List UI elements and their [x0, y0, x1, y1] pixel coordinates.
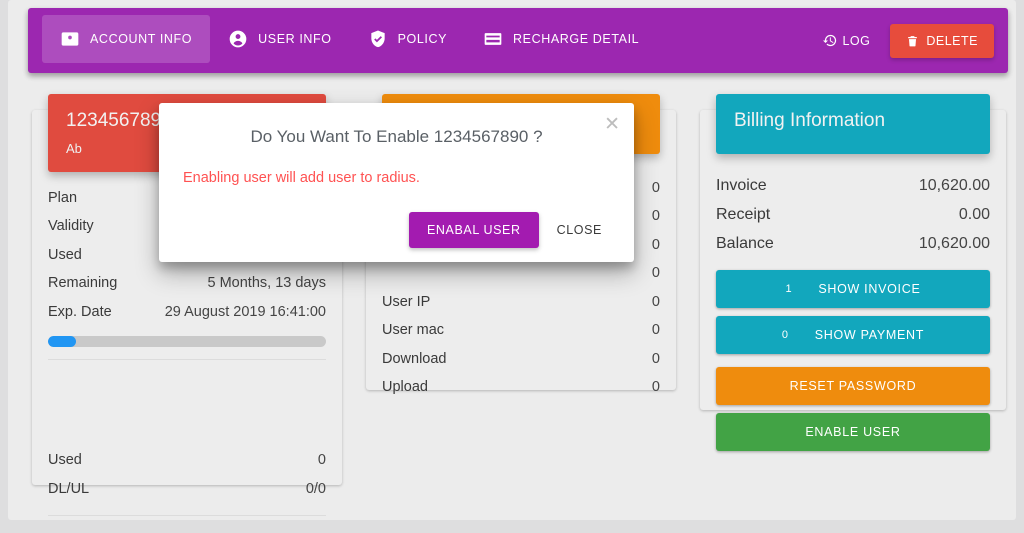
row-value: 29 August 2019 16:41:00	[164, 303, 326, 320]
shield-check-icon	[368, 29, 388, 49]
row-label: User IP	[382, 293, 431, 310]
show-payment-button[interactable]: 0 SHOW PAYMENT	[716, 316, 990, 355]
log-label: LOG	[842, 33, 871, 48]
usage-row: DL/UL 0/0	[48, 475, 326, 503]
row-label: Remaining	[48, 275, 118, 292]
confirm-enable-user-button[interactable]: ENABAL USER	[408, 212, 539, 248]
row-label: Receipt	[716, 205, 771, 223]
dialog-close-button[interactable]: CLOSE	[539, 212, 620, 248]
detail-row: 0	[382, 259, 660, 287]
row-value: 0	[317, 452, 326, 469]
detail-row-upload: Upload 0	[382, 373, 660, 401]
enable-user-button[interactable]: ENABLE USER	[716, 413, 990, 452]
row-value: 0/0	[305, 480, 326, 497]
user-circle-icon	[228, 29, 248, 49]
button-label: SHOW INVOICE	[818, 282, 921, 297]
account-usage-rows: Used 0 DL/UL 0/0	[32, 372, 342, 503]
invoice-count: 1	[785, 283, 793, 296]
billing-row-invoice: Invoice 10,620.00	[716, 172, 990, 201]
usage-progress-fill	[48, 336, 76, 348]
top-bar-actions: LOG DELETE	[811, 8, 994, 73]
row-label: Download	[382, 350, 447, 367]
detail-row: Exp. Date 29 August 2019 16:41:00	[48, 298, 326, 326]
usage-row: Used 0	[48, 446, 326, 474]
row-label: Invoice	[716, 177, 767, 194]
detail-row-user-mac: User mac 0	[382, 316, 660, 344]
row-label: User mac	[382, 322, 445, 339]
enable-user-confirm-dialog: ✕ Do You Want To Enable 1234567890 ? Ena…	[159, 103, 634, 262]
row-label: Exp. Date	[48, 303, 112, 320]
row-value: 10,620.00	[918, 177, 990, 194]
tab-account-info[interactable]: ACCOUNT INFO	[42, 15, 211, 63]
trash-icon	[906, 34, 919, 48]
row-value: 10,620.00	[918, 234, 990, 252]
row-value: 0.00	[958, 205, 990, 223]
app-root: ACCOUNT INFO USER INFO POLICY RECHARGE D…	[8, 0, 1016, 520]
dialog-message: Enabling user will add user to radius.	[183, 170, 420, 186]
payment-count: 0	[781, 329, 789, 342]
history-clock-icon	[823, 33, 838, 48]
row-label: Used	[48, 452, 82, 469]
tab-policy[interactable]: POLICY	[350, 15, 465, 63]
tab-label: USER INFO	[258, 32, 332, 46]
row-label: Plan	[48, 190, 78, 206]
billing-title: Billing Information	[734, 110, 886, 131]
billing-card-header: Billing Information	[716, 94, 990, 154]
divider	[48, 515, 326, 517]
row-value: 0	[651, 350, 660, 367]
tab-list: ACCOUNT INFO USER INFO POLICY RECHARGE D…	[42, 15, 657, 63]
billing-row-receipt: Receipt 0.00	[716, 201, 990, 230]
billing-row-balance: Balance 10,620.00	[716, 230, 990, 259]
detail-row-download: Download 0	[382, 345, 660, 373]
row-value: 0	[651, 208, 660, 225]
row-label: Balance	[716, 234, 774, 252]
credit-card-icon	[483, 29, 503, 49]
row-label: DL/UL	[48, 480, 90, 497]
row-value: 5 Months, 13 days	[207, 275, 327, 292]
detail-row: Remaining 5 Months, 13 days	[48, 269, 326, 297]
detail-row-user-ip: User IP 0	[382, 288, 660, 316]
top-navigation-bar: ACCOUNT INFO USER INFO POLICY RECHARGE D…	[28, 8, 1008, 73]
row-label: Validity	[48, 218, 94, 235]
row-label: Upload	[382, 379, 428, 396]
usage-progress-bar	[48, 336, 326, 348]
tab-label: RECHARGE DETAIL	[513, 32, 640, 46]
button-label: SHOW PAYMENT	[814, 328, 925, 343]
delete-label: DELETE	[926, 33, 978, 48]
contact-card-icon	[60, 29, 80, 49]
tab-user-info[interactable]: USER INFO	[210, 15, 349, 63]
tab-label: ACCOUNT INFO	[90, 32, 193, 46]
row-label: Used	[48, 246, 82, 263]
close-x-icon[interactable]: ✕	[604, 115, 620, 134]
dialog-title: Do You Want To Enable 1234567890 ?	[250, 127, 543, 146]
reset-password-button[interactable]: RESET PASSWORD	[716, 367, 990, 406]
delete-button[interactable]: DELETE	[890, 23, 994, 58]
log-button[interactable]: LOG	[811, 24, 882, 57]
row-value: 0	[651, 265, 660, 282]
row-value: 0	[651, 236, 660, 253]
billing-information-card: Billing Information Invoice 10,620.00 Re…	[700, 94, 1006, 452]
row-value: 0	[651, 293, 660, 310]
show-invoice-button[interactable]: 1 SHOW INVOICE	[716, 270, 990, 309]
row-value: 0	[651, 180, 660, 196]
row-value: 0	[651, 322, 660, 339]
divider	[48, 359, 326, 361]
tab-recharge-detail[interactable]: RECHARGE DETAIL	[465, 15, 657, 63]
row-value: 0	[651, 379, 660, 396]
tab-label: POLICY	[397, 32, 448, 46]
dialog-actions: ENABAL USER CLOSE	[408, 212, 620, 248]
